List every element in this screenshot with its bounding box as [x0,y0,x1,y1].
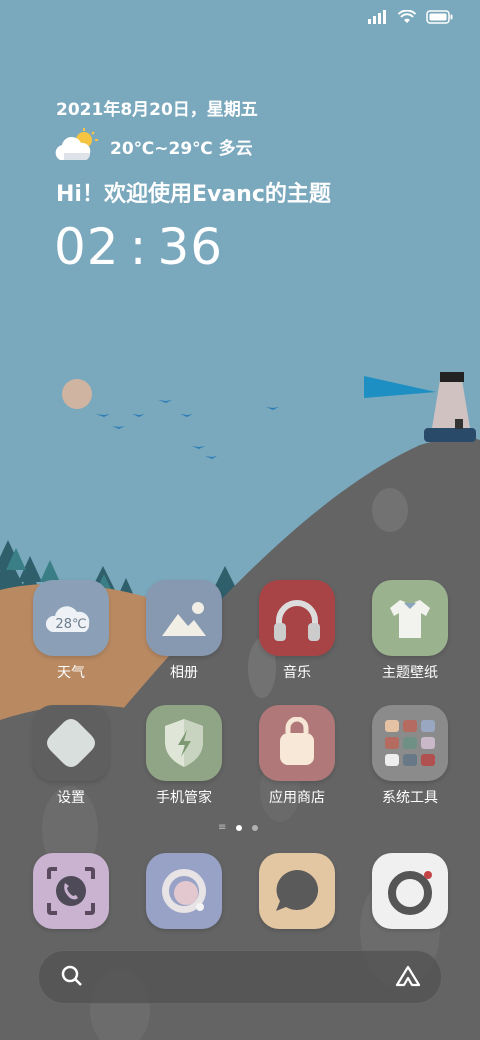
headphones-icon [259,580,335,656]
page-indicator[interactable]: ≡ [218,822,259,833]
shopping-bag-icon [259,705,335,781]
wifi-icon [398,10,416,23]
folder-icon [372,705,448,781]
date-text: 2021年8月20日，星期五 [56,100,258,120]
app-label: 相册 [170,665,198,681]
partly-cloudy-icon [55,128,98,160]
page-dot-active [236,825,243,831]
search-bar[interactable] [38,950,442,1004]
status-bar [368,10,454,24]
clock: 02:36 [54,218,224,276]
dock-camera[interactable] [372,853,448,929]
home-screen: 2021年8月20日，星期五 20℃~29℃ 多云 Hi！欢迎使用Evanc的主… [0,0,480,1040]
app-label: 天气 [57,665,85,681]
camera-icon [372,853,448,929]
greeting-text: Hi！欢迎使用Evanc的主题 [56,182,331,207]
phone-icon [33,853,109,929]
weather-row: 20℃~29℃ 多云 [52,128,253,164]
message-bubble-icon [259,853,335,929]
menu-lines-icon: ≡ [218,822,227,833]
app-settings[interactable]: 设置 [33,705,109,807]
app-label: 系统工具 [382,790,438,806]
app-system-tools[interactable]: 系统工具 [372,705,448,807]
app-music[interactable]: 音乐 [259,580,335,682]
page-dot [252,825,259,831]
weather-badge: 28℃ [55,617,86,632]
search-icon[interactable] [61,965,83,987]
battery-icon [426,10,453,24]
signal-icon [368,10,386,24]
app-weather[interactable]: 28℃ 天气 [33,580,109,682]
app-label: 设置 [57,790,85,806]
settings-icon [33,705,109,781]
gallery-icon [146,580,222,656]
tshirt-icon [372,580,448,656]
app-label: 主题壁纸 [382,665,438,681]
app-label: 手机管家 [156,790,212,806]
weather-icon: 28℃ [33,580,109,656]
temperature-text: 20℃~29℃ 多云 [110,138,253,159]
browser-icon [146,853,222,929]
app-gallery[interactable]: 相册 [146,580,222,682]
shield-icon [146,705,222,781]
dock-browser[interactable] [146,853,222,929]
app-themes[interactable]: 主题壁纸 [372,580,448,682]
app-label: 音乐 [283,665,311,681]
dock-messages[interactable] [259,853,335,929]
clock-minute: 36 [157,218,224,276]
assistant-icon[interactable] [395,965,421,987]
app-store[interactable]: 应用商店 [259,705,335,807]
app-security[interactable]: 手机管家 [146,705,222,807]
app-label: 应用商店 [269,790,325,806]
clock-hour: 02 [54,218,120,276]
dock-phone[interactable] [33,853,109,929]
